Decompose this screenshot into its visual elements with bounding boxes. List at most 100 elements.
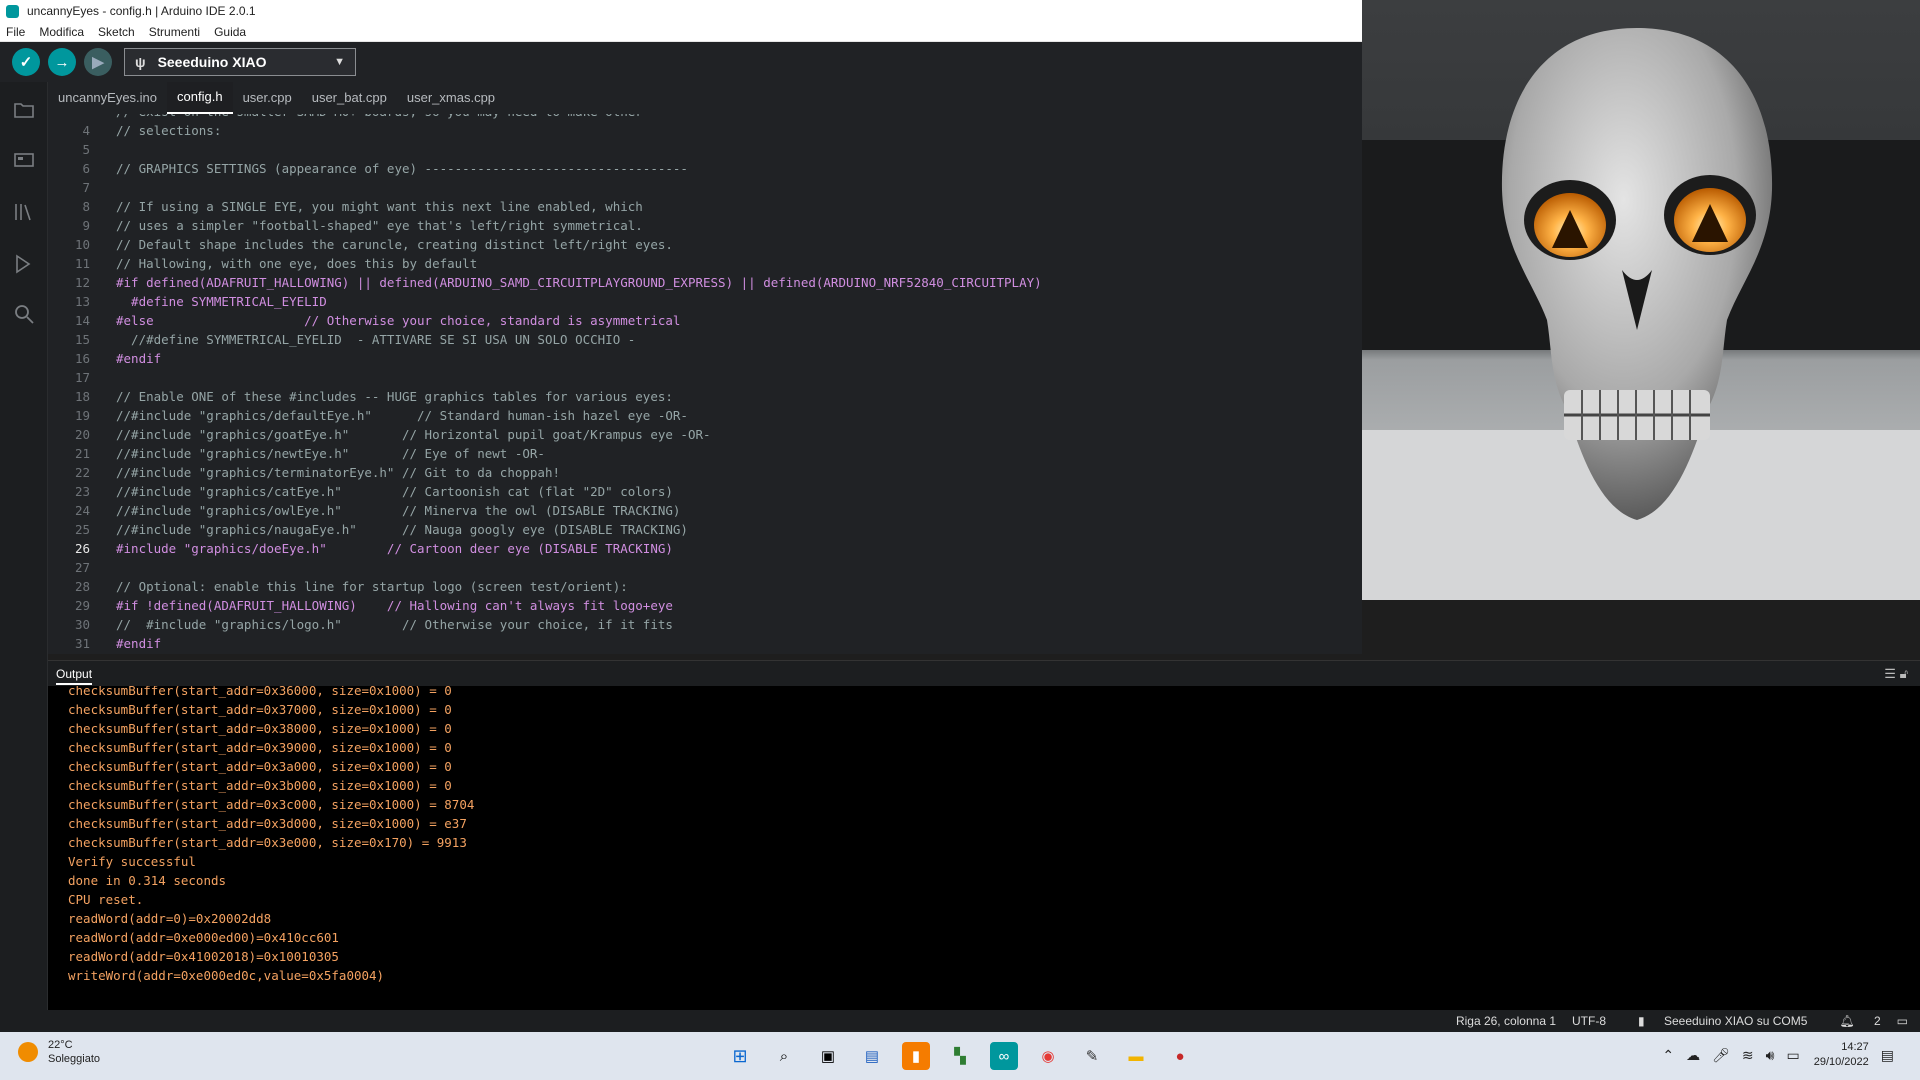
output-line: checksumBuffer(start_addr=0x39000, size=…: [68, 740, 452, 755]
code-line[interactable]: 28 // Optional: enable this line for star…: [48, 577, 1362, 596]
clock[interactable]: 14:27 29/10/2022: [1814, 1040, 1869, 1070]
line-number: 11: [74, 256, 90, 271]
cloud-icon[interactable]: ☁: [1686, 1047, 1700, 1064]
code-editor[interactable]: // exist on the smaller SAMD M0+ boards,…: [48, 114, 1362, 654]
tab-uncannyeyes-ino[interactable]: uncannyEyes.ino: [48, 82, 167, 114]
code-text: //#include "graphics/terminatorEye.h" //…: [116, 465, 561, 480]
notification-center-icon[interactable]: ▤: [1881, 1047, 1894, 1064]
start-icon[interactable]: ⊞: [726, 1042, 754, 1070]
code-line[interactable]: 27: [48, 558, 1362, 577]
notepad-icon[interactable]: ▤: [858, 1042, 886, 1070]
board-chip-icon: ▮: [1638, 1014, 1645, 1028]
code-text: #define SYMMETRICAL_EYELID: [116, 294, 327, 309]
clear-output-icon[interactable]: ☰: [1884, 666, 1896, 681]
code-text: // Optional: enable this line for startu…: [116, 579, 628, 594]
editor-taskbar-icon[interactable]: ✎: [1078, 1042, 1106, 1070]
line-number: 17: [74, 370, 90, 385]
tab-config-h[interactable]: config.h: [167, 82, 233, 114]
menu-strumenti[interactable]: Strumenti: [149, 25, 200, 39]
code-line[interactable]: 29 #if !defined(ADAFRUIT_HALLOWING) // Ha…: [48, 596, 1362, 615]
board-selector[interactable]: ψ Seeeduino XIAO ▼: [124, 48, 356, 76]
line-number: 25: [74, 522, 90, 537]
code-line[interactable]: 31 #endif: [48, 634, 1362, 653]
code-line[interactable]: 5: [48, 140, 1362, 159]
output-tab[interactable]: Output: [56, 667, 93, 685]
code-line[interactable]: 14 #else // Otherwise your choice, standa…: [48, 311, 1362, 330]
tab-user-cpp[interactable]: user.cpp: [233, 82, 302, 114]
wifi-icon[interactable]: ≋: [1742, 1047, 1754, 1064]
code-line[interactable]: // exist on the smaller SAMD M0+ boards,…: [48, 114, 1362, 121]
code-line[interactable]: 10 // Default shape includes the caruncle…: [48, 235, 1362, 254]
code-line[interactable]: 7: [48, 178, 1362, 197]
code-line[interactable]: 13 #define SYMMETRICAL_EYELID: [48, 292, 1362, 311]
volume-icon[interactable]: 🔊︎: [1766, 1047, 1775, 1064]
file-tabs: uncannyEyes.ino config.h user.cpp user_b…: [48, 82, 1362, 114]
debug-button[interactable]: ▶: [84, 48, 112, 76]
recorder-icon[interactable]: ●: [1166, 1042, 1194, 1070]
chevron-up-icon[interactable]: ⌃: [1662, 1047, 1674, 1064]
code-line[interactable]: 16 #endif: [48, 349, 1362, 368]
code-line[interactable]: 21 //#include "graphics/newtEye.h" // Eye…: [48, 444, 1362, 463]
tab-user-xmas-cpp[interactable]: user_xmas.cpp: [397, 82, 505, 114]
library-icon[interactable]: [12, 200, 36, 224]
output-console[interactable]: checksumBuffer(start_addr=0x36000, size=…: [48, 686, 1920, 1010]
menu-modifica[interactable]: Modifica: [39, 25, 84, 39]
upload-button[interactable]: →: [48, 48, 76, 76]
arduino-taskbar-icon[interactable]: ∞: [990, 1042, 1018, 1070]
folder-icon[interactable]: [12, 98, 36, 122]
code-line[interactable]: 25 //#include "graphics/naugaEye.h" // Na…: [48, 520, 1362, 539]
tab-user-bat-cpp[interactable]: user_bat.cpp: [302, 82, 397, 114]
line-number: 7: [82, 180, 90, 195]
code-line[interactable]: 15 //#define SYMMETRICAL_EYELID - ATTIVA…: [48, 330, 1362, 349]
code-line[interactable]: 23 //#include "graphics/catEye.h" // Cart…: [48, 482, 1362, 501]
notifications-status[interactable]: 🔔︎ 2: [1823, 1014, 1880, 1028]
output-line: writeWord(addr=0xe000ed0c,value=0x5fa000…: [68, 968, 385, 983]
line-number: 31: [74, 636, 90, 651]
code-line[interactable]: 9 // uses a simpler "football-shaped" eye…: [48, 216, 1362, 235]
output-line: readWord(addr=0x41002018)=0x10010305: [68, 949, 339, 964]
code-line[interactable]: 6 // GRAPHICS SETTINGS (appearance of eye…: [48, 159, 1362, 178]
code-line[interactable]: 26 #include "graphics/doeEye.h" // Cartoo…: [48, 539, 1362, 558]
code-text: //#include "graphics/defaultEye.h" // St…: [116, 408, 688, 423]
line-number: 4: [82, 123, 90, 138]
code-line[interactable]: 4 // selections:: [48, 121, 1362, 140]
windows-taskbar: 22°C Soleggiato ⊞ ⌕ ▣ ▤ ▮ ▚ ∞ ◉ ✎ ▬ ● ⌃ …: [0, 1032, 1920, 1080]
menu-guida[interactable]: Guida: [214, 25, 246, 39]
code-line[interactable]: 18 // Enable ONE of these #includes -- HU…: [48, 387, 1362, 406]
search-taskbar-icon[interactable]: ⌕: [770, 1042, 798, 1070]
code-line[interactable]: 8 // If using a SINGLE EYE, you might wan…: [48, 197, 1362, 216]
code-text: // #include "graphics/logo.h" // Otherwi…: [116, 617, 673, 632]
menu-sketch[interactable]: Sketch: [98, 25, 135, 39]
code-line[interactable]: 17: [48, 368, 1362, 387]
task-view-icon[interactable]: ▣: [814, 1042, 842, 1070]
weather-widget[interactable]: 22°C Soleggiato: [18, 1038, 100, 1066]
chrome-icon[interactable]: ◉: [1034, 1042, 1062, 1070]
code-line[interactable]: 24 //#include "graphics/owlEye.h" // Mine…: [48, 501, 1362, 520]
verify-button[interactable]: ✓: [12, 48, 40, 76]
file-encoding: UTF-8: [1572, 1014, 1607, 1028]
output-line: checksumBuffer(start_addr=0x37000, size=…: [68, 702, 452, 717]
office-icon[interactable]: ▮: [902, 1042, 930, 1070]
code-line[interactable]: 11 // Hallowing, with one eye, does this …: [48, 254, 1362, 273]
code-text: #else // Otherwise your choice, standard…: [116, 313, 681, 328]
code-text: // uses a simpler "football-shaped" eye …: [116, 218, 643, 233]
battery-icon[interactable]: ▭: [1786, 1047, 1799, 1064]
line-number: 21: [74, 446, 90, 461]
code-line[interactable]: 19 //#include "graphics/defaultEye.h" // …: [48, 406, 1362, 425]
weather-temp: 22°C: [48, 1039, 73, 1051]
menu-file[interactable]: File: [6, 25, 25, 39]
code-line[interactable]: 30 // #include "graphics/logo.h" // Other…: [48, 615, 1362, 634]
code-line[interactable]: 12 #if defined(ADAFRUIT_HALLOWING) || def…: [48, 273, 1362, 292]
output-line: checksumBuffer(start_addr=0x3a000, size=…: [68, 759, 452, 774]
panel-toggle-icon[interactable]: ▭: [1897, 1014, 1908, 1028]
debug-rail-icon[interactable]: [12, 252, 36, 276]
lock-icon[interactable]: 🔓︎: [1900, 666, 1908, 681]
code-line[interactable]: 22 //#include "graphics/terminatorEye.h" …: [48, 463, 1362, 482]
code-line[interactable]: 20 //#include "graphics/goatEye.h" // Hor…: [48, 425, 1362, 444]
board-manager-icon[interactable]: [12, 148, 36, 172]
microphone-icon[interactable]: 🎤︎: [1712, 1047, 1730, 1064]
board-name: Seeeduino XIAO: [157, 54, 267, 70]
app-icon[interactable]: ▚: [946, 1042, 974, 1070]
file-explorer-icon[interactable]: ▬: [1122, 1042, 1150, 1070]
search-icon[interactable]: [12, 302, 36, 326]
